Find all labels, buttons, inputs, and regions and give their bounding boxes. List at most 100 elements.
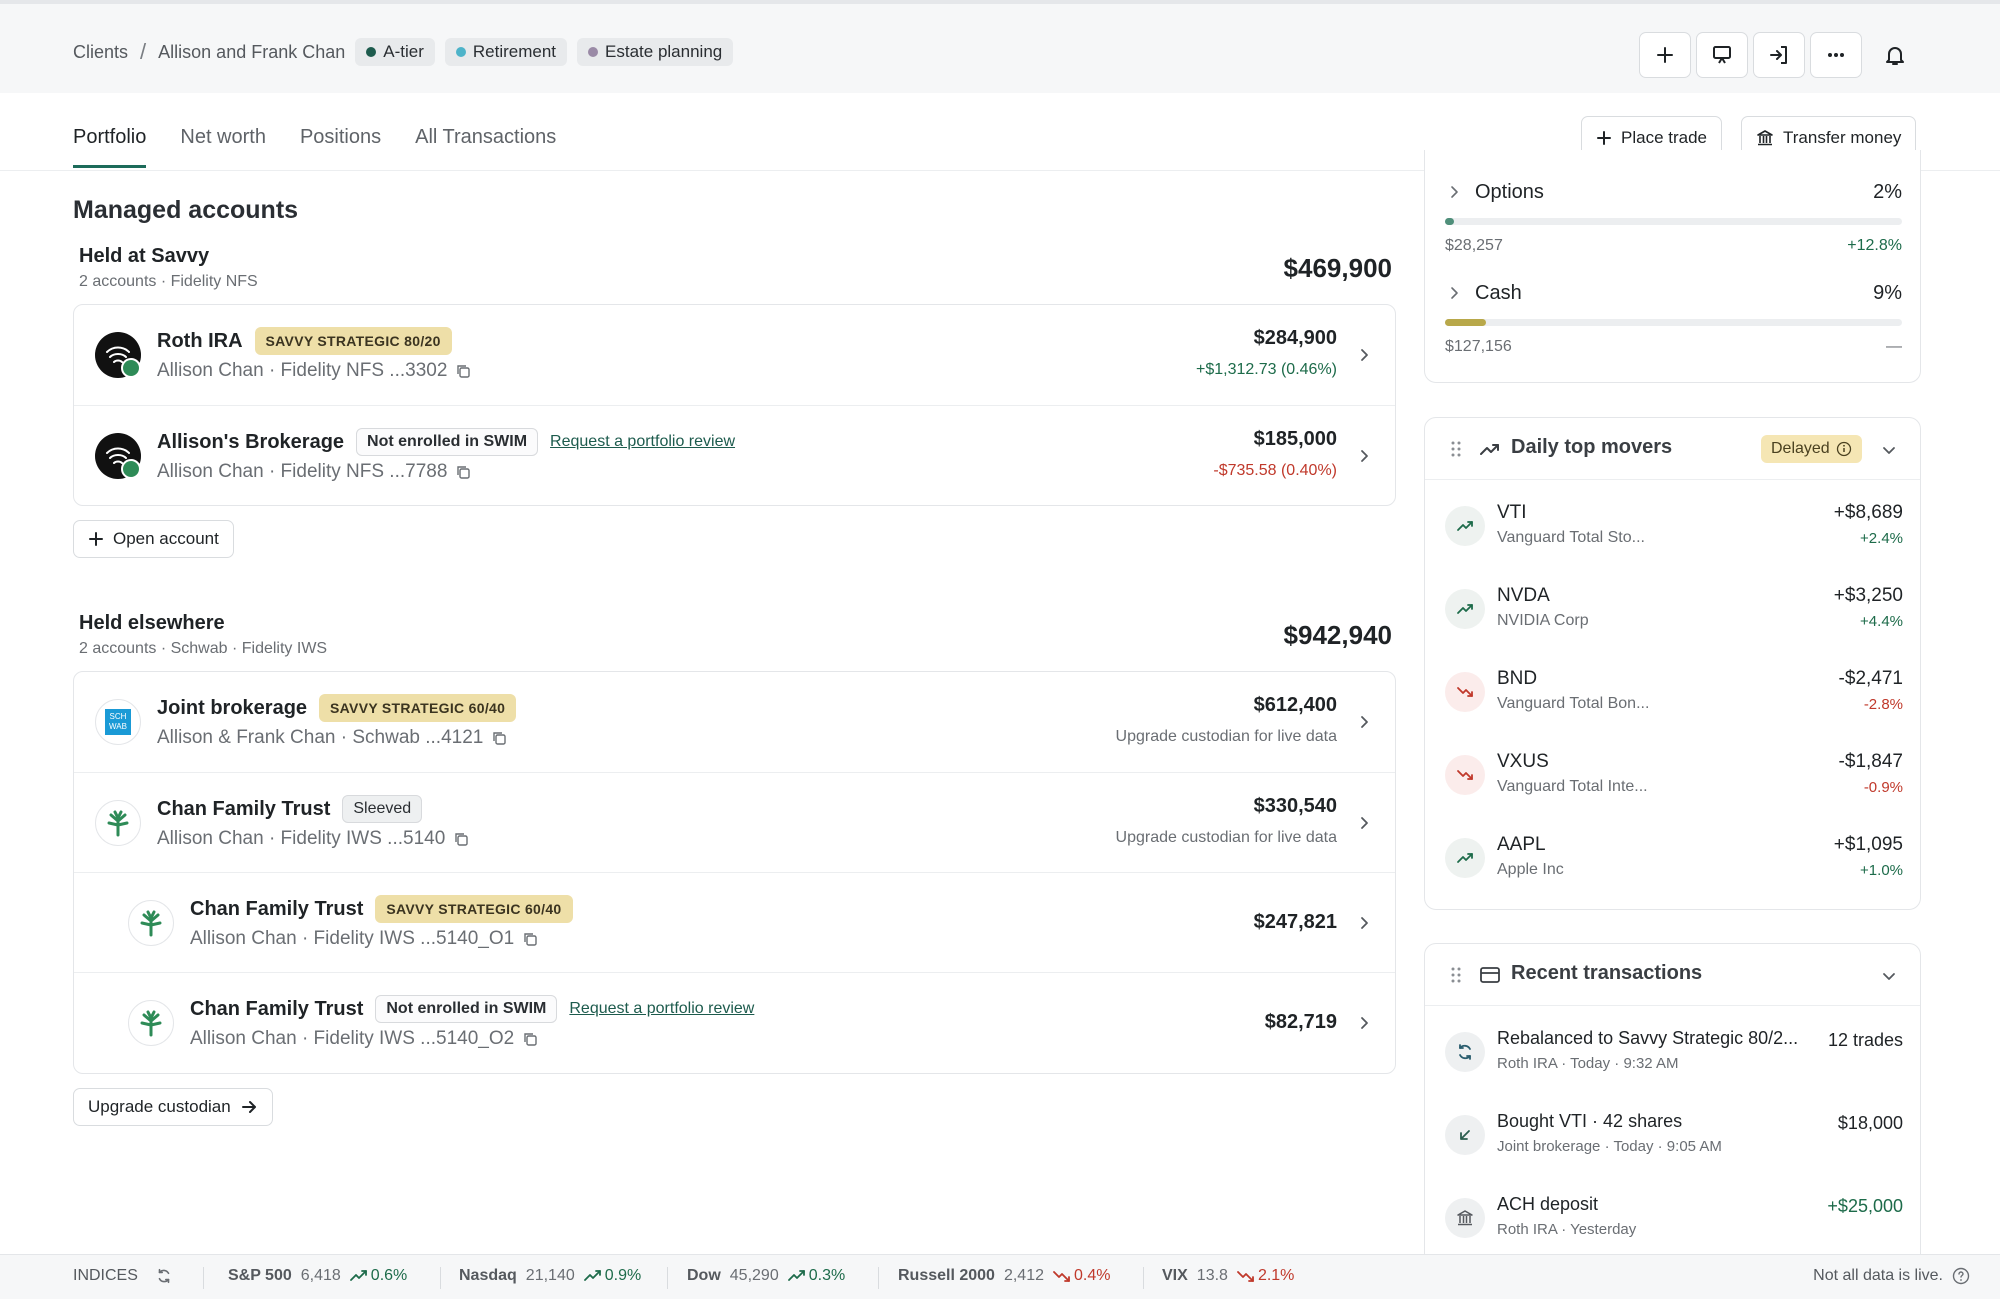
divider <box>1143 1267 1144 1289</box>
transaction-subtitle: Roth IRA · Today · 9:32 AM <box>1497 1055 1679 1072</box>
indices-label-text: INDICES <box>73 1267 138 1284</box>
add-button[interactable] <box>1639 32 1691 78</box>
strategy-badge: SAVVY STRATEGIC 60/40 <box>319 694 517 722</box>
tab-all-transactions[interactable]: All Transactions <box>415 126 556 168</box>
sign-in-icon <box>1770 46 1787 64</box>
account-row-chan-family-trust[interactable]: Chan Family Trust Sleeved Allison Chan ·… <box>74 772 1395 872</box>
account-name: Roth IRA SAVVY STRATEGIC 80/20 <box>157 327 452 355</box>
bank-icon <box>1445 1198 1485 1238</box>
account-row-sleeve-02[interactable]: Chan Family Trust Not enrolled in SWIM R… <box>74 972 1395 1072</box>
account-subtitle: Allison Chan · Fidelity NFS ...7788 <box>157 461 471 483</box>
refresh-icon <box>1445 1032 1485 1072</box>
chevron-down-icon[interactable] <box>1882 969 1896 983</box>
index-change: 0.3% <box>808 1267 846 1284</box>
copy-icon[interactable] <box>522 931 538 947</box>
strategy-badge: SAVVY STRATEGIC 80/20 <box>254 327 452 355</box>
account-row-roth-ira[interactable]: Roth IRA SAVVY STRATEGIC 80/20 Allison C… <box>74 305 1395 405</box>
account-row-allisons-brokerage[interactable]: Allison's Brokerage Not enrolled in SWIM… <box>74 405 1395 505</box>
fidelity-logo <box>95 433 141 479</box>
chevron-right-icon <box>1361 1017 1368 1029</box>
request-review-link[interactable]: Request a portfolio review <box>550 433 735 451</box>
transaction-title: ACH deposit <box>1497 1194 1599 1214</box>
account-name: Chan Family Trust Sleeved <box>157 795 423 823</box>
trending-up-icon <box>583 1270 601 1281</box>
copy-icon[interactable] <box>455 464 471 480</box>
mover-name: Vanguard Total Sto... <box>1497 529 1645 546</box>
account-subtitle-text: Allison & Frank Chan · Schwab ...4121 <box>157 727 484 748</box>
mover-percent: -0.9% <box>1863 779 1903 796</box>
allocation-value: $28,257 <box>1445 237 1503 254</box>
account-value: $185,000 <box>1253 428 1337 450</box>
index-change: 0.6% <box>370 1267 408 1284</box>
schwab-logo: SCH WAB <box>95 699 141 745</box>
notifications-button[interactable] <box>1875 32 1915 78</box>
tab-net-worth[interactable]: Net worth <box>180 126 266 168</box>
mover-row-vxus[interactable]: VXUS Vanguard Total Inte... -$1,847 -0.9% <box>1425 733 1920 816</box>
drag-handle-icon[interactable] <box>1451 967 1461 983</box>
bell-icon <box>1886 47 1904 65</box>
copy-icon[interactable] <box>491 730 507 746</box>
plus-icon <box>1597 131 1611 145</box>
upgrade-custodian-button[interactable]: Upgrade custodian <box>73 1088 273 1126</box>
mover-row-aapl[interactable]: AAPL Apple Inc +$1,095 +1.0% <box>1425 816 1920 899</box>
copy-icon[interactable] <box>522 1031 538 1047</box>
account-subtitle-text: Allison Chan · Fidelity IWS ...5140 <box>157 828 446 849</box>
divider <box>440 1267 441 1289</box>
plus-icon <box>1657 47 1673 63</box>
account-name-text: Allison's Brokerage <box>157 430 345 453</box>
header-actions <box>0 32 2000 78</box>
delayed-badge[interactable]: Delayed <box>1761 435 1862 463</box>
request-review-link[interactable]: Request a portfolio review <box>569 1000 754 1018</box>
drag-handle-icon[interactable] <box>1451 441 1461 457</box>
savvy-accounts-card: Roth IRA SAVVY STRATEGIC 80/20 Allison C… <box>73 304 1396 506</box>
divider <box>878 1267 879 1289</box>
account-row-sleeve-01[interactable]: Chan Family Trust SAVVY STRATEGIC 60/40 … <box>74 872 1395 972</box>
credit-card-icon <box>1480 967 1500 983</box>
index-russell-2000: Russell 2000 2,412 0.4% <box>898 1267 1110 1285</box>
allocation-panel: Options 2% $28,257 +12.8% Cash 9% $127,1… <box>1424 150 1921 383</box>
chevron-right-icon <box>1361 817 1368 829</box>
copy-icon[interactable] <box>453 831 469 847</box>
chevron-right-icon <box>1361 917 1368 929</box>
index-value: 13.8 <box>1196 1267 1228 1284</box>
refresh-icon[interactable] <box>155 1267 173 1285</box>
account-name: Chan Family Trust SAVVY STRATEGIC 60/40 <box>190 895 573 923</box>
sign-in-button[interactable] <box>1753 32 1805 78</box>
mover-row-nvda[interactable]: NVDA NVIDIA Corp +$3,250 +4.4% <box>1425 567 1920 650</box>
divider <box>203 1267 204 1289</box>
trending-down-icon <box>1445 755 1485 795</box>
index-change: 0.4% <box>1074 1267 1111 1284</box>
upgrade-note: Upgrade custodian for live data <box>1115 829 1337 846</box>
index-value: 6,418 <box>300 1267 341 1284</box>
transaction-row[interactable]: Rebalanced to Savvy Strategic 80/2... Ro… <box>1425 1010 1920 1093</box>
mover-percent: +4.4% <box>1860 613 1903 630</box>
account-value: $330,540 <box>1253 795 1337 817</box>
tab-portfolio[interactable]: Portfolio <box>73 126 147 168</box>
more-button[interactable] <box>1810 32 1862 78</box>
present-button[interactable] <box>1696 32 1748 78</box>
indices-label: INDICES <box>73 1267 173 1285</box>
upgrade-note: Upgrade custodian for live data <box>1115 728 1337 745</box>
mover-amount: +$1,095 <box>1833 834 1903 855</box>
top-movers-header[interactable]: Daily top movers Delayed <box>1425 418 1920 480</box>
mover-name: Apple Inc <box>1497 861 1564 878</box>
trending-up-icon <box>1480 444 1499 455</box>
transaction-amount: 12 trades <box>1827 1030 1903 1050</box>
allocation-name: Cash <box>1475 282 1522 304</box>
more-icon <box>1828 53 1844 57</box>
copy-icon[interactable] <box>455 363 471 379</box>
mover-row-vti[interactable]: VTI Vanguard Total Sto... +$8,689 +2.4% <box>1425 484 1920 567</box>
recent-transactions-title: Recent transactions <box>1511 962 1703 984</box>
chevron-down-icon[interactable] <box>1882 443 1896 457</box>
help-icon[interactable] <box>1952 1267 1970 1285</box>
enrollment-badge: Not enrolled in SWIM <box>375 995 558 1023</box>
index-name: Nasdaq <box>459 1267 517 1284</box>
open-account-button[interactable]: Open account <box>73 520 234 558</box>
tab-positions[interactable]: Positions <box>300 126 381 168</box>
transaction-row[interactable]: Bought VTI · 42 shares Joint brokerage ·… <box>1425 1093 1920 1176</box>
sleeved-badge: Sleeved <box>342 795 423 823</box>
recent-transactions-header[interactable]: Recent transactions <box>1425 944 1920 1006</box>
mover-row-bnd[interactable]: BND Vanguard Total Bon... -$2,471 -2.8% <box>1425 650 1920 733</box>
transaction-row[interactable]: ACH deposit Roth IRA · Yesterday +$25,00… <box>1425 1176 1920 1259</box>
account-row-joint-brokerage[interactable]: SCH WAB Joint brokerage SAVVY STRATEGIC … <box>74 672 1395 772</box>
